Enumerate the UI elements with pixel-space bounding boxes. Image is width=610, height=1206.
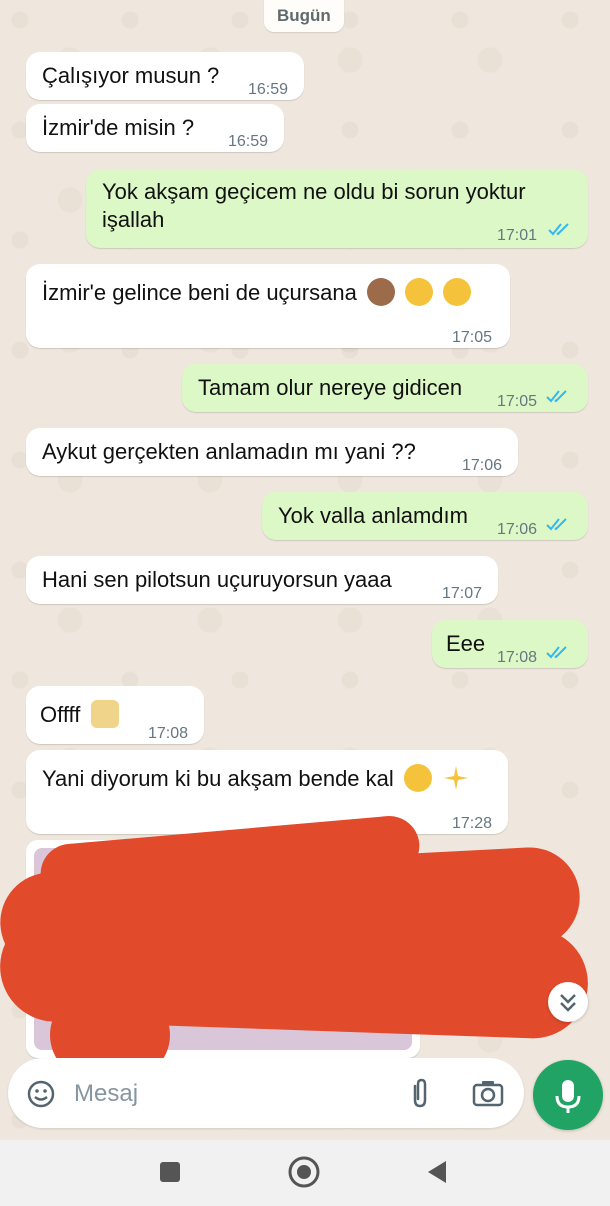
message-text: Yok valla anlamdım [278, 503, 468, 528]
emoji-icon[interactable] [26, 1079, 56, 1109]
message-text: Çalışıyor musun ? [42, 63, 220, 88]
message-bubble[interactable]: Eee 17:08 [432, 620, 588, 668]
message-bubble[interactable]: İzmir'de misin ? 16:59 [26, 104, 284, 152]
date-separator: Bugün [264, 0, 344, 32]
message-text: Tamam olur nereye gidicen [198, 375, 463, 400]
message-text-content: İzmir'e gelince beni de uçursana [42, 280, 357, 305]
message-time: 17:28 [452, 815, 493, 832]
message-time: 17:06 [462, 457, 503, 474]
message-time: 17:01 [497, 227, 538, 244]
back-icon[interactable] [426, 1159, 448, 1185]
message-text-line2: işallah [102, 207, 165, 232]
message-text: Eee [446, 631, 486, 656]
message-input[interactable] [72, 1076, 376, 1112]
message-text-content: Yani diyorum ki bu akşam bende kal [42, 766, 394, 791]
attach-icon[interactable] [406, 1078, 434, 1110]
message-bubble[interactable]: Offff 17:08 [26, 686, 204, 744]
message-bubble[interactable]: Hani sen pilotsun uçuruyorsun yaaa 17:07 [26, 556, 498, 604]
read-receipt-icon [546, 390, 567, 403]
message-time: 16:59 [228, 133, 269, 150]
double-chevron-down-icon [560, 994, 576, 1012]
message-time: 17:05 [497, 393, 538, 410]
system-navigation-bar [0, 1140, 610, 1206]
message-bubble[interactable]: Yani diyorum ki bu akşam bende kal 17:28 [26, 750, 508, 834]
message-bubble[interactable]: Aykut gerçekten anlamadın mı yani ?? 17:… [26, 428, 518, 476]
message-text: Offff [40, 700, 119, 729]
mic-icon [555, 1080, 581, 1113]
read-receipt-icon [548, 223, 569, 236]
message-time: 17:06 [497, 521, 538, 538]
message-composer [8, 1058, 524, 1128]
message-bubble[interactable]: Çalışıyor musun ? 16:59 [26, 52, 304, 100]
message-text: Yok akşam geçicem ne oldu bi sorun yoktu… [102, 179, 526, 204]
camera-icon[interactable] [472, 1079, 504, 1107]
message-text: İzmir'de misin ? [42, 115, 195, 140]
message-time: 17:07 [442, 585, 483, 602]
message-text: Hani sen pilotsun uçuruyorsun yaaa [42, 567, 392, 592]
message-bubble[interactable]: Yok valla anlamdım 17:06 [262, 492, 588, 540]
message-time: 17:08 [497, 649, 538, 666]
message-time: 17:08 [148, 725, 189, 742]
recent-apps-icon[interactable] [158, 1160, 182, 1184]
mic-button[interactable] [533, 1060, 603, 1130]
message-text-content: Offff [40, 702, 81, 727]
hushed-face-icon [405, 278, 434, 306]
kissing-face-icon [443, 278, 472, 306]
read-receipt-icon [546, 518, 567, 531]
message-text: Yani diyorum ki bu akşam bende kal [42, 764, 470, 793]
message-time: 16:59 [248, 81, 289, 98]
read-receipt-icon [546, 646, 567, 659]
message-bubble[interactable]: İzmir'e gelince beni de uçursana 17:05 [26, 264, 510, 348]
facepalm-icon [90, 700, 119, 728]
home-icon[interactable] [287, 1155, 321, 1189]
sparkles-icon [444, 766, 469, 790]
message-time: 17:05 [452, 329, 493, 346]
crescent-moon-icon [403, 764, 432, 792]
see-no-evil-monkey-icon [366, 278, 395, 306]
message-bubble[interactable]: Yok akşam geçicem ne oldu bi sorun yoktu… [86, 170, 588, 248]
scroll-to-bottom-button[interactable] [548, 982, 588, 1022]
message-bubble[interactable]: Tamam olur nereye gidicen 17:05 [182, 364, 588, 412]
message-text: İzmir'e gelince beni de uçursana [42, 278, 472, 307]
message-text: Aykut gerçekten anlamadın mı yani ?? [42, 439, 416, 464]
